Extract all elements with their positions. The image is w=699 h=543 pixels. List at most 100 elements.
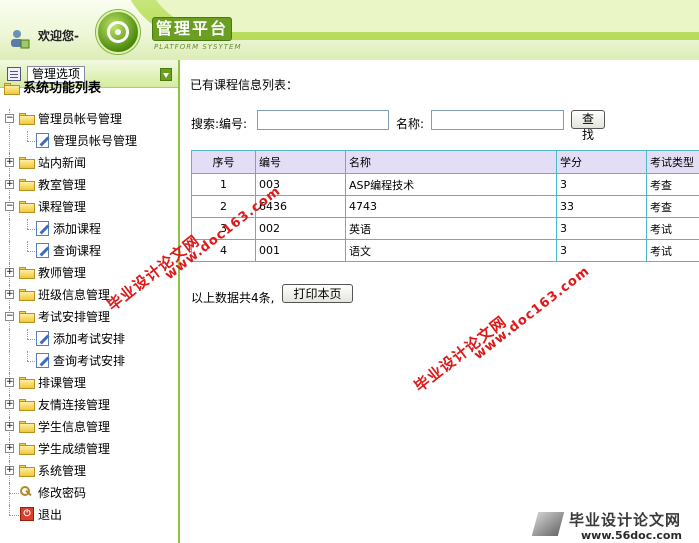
tree-folder-item[interactable]: + 站内新闻 — [0, 153, 176, 175]
tree-item-label: 考试安排管理 — [38, 310, 111, 324]
tree-folder-item[interactable]: + 系统管理 — [0, 461, 176, 483]
folder-icon — [19, 179, 35, 191]
expand-icon[interactable]: + — [5, 290, 14, 299]
platform-title: 管理平台 — [152, 17, 232, 41]
expand-icon[interactable]: + — [5, 378, 14, 387]
tree-connector — [9, 483, 10, 505]
tree-item-label: 教师管理 — [38, 266, 87, 280]
tree-item-label: 管理员帐号管理 — [38, 112, 123, 126]
tree-folder-item[interactable]: − 考试安排管理 — [0, 307, 176, 329]
tree-leaf-item[interactable]: 查询课程 — [0, 241, 176, 263]
tree-action-item[interactable]: ⏻ 退出 — [0, 505, 176, 525]
tree-folder-item[interactable]: + 友情连接管理 — [0, 395, 176, 417]
cell-name: 语文 — [345, 239, 557, 262]
tree-item-label: 班级信息管理 — [38, 288, 111, 302]
collapse-arrow-icon[interactable] — [160, 68, 172, 81]
cell-exam-type: 考查 — [646, 195, 699, 218]
tree-leaf-item[interactable]: 管理员帐号管理 — [0, 131, 176, 153]
sidebar: 管理选项 系统功能列表 − 管理员帐号管理 管理员帐号管理 + 站内新闻 + 教室管理 − 课程管… — [0, 60, 180, 543]
cell-credit: 3 — [556, 173, 647, 196]
cell-code: 001 — [255, 239, 346, 262]
name-search-input[interactable] — [431, 110, 564, 130]
folder-open-icon — [4, 83, 20, 95]
expand-icon[interactable]: + — [5, 466, 14, 475]
expand-icon[interactable]: + — [5, 158, 14, 167]
tree-folder-item[interactable]: − 管理员帐号管理 — [0, 109, 176, 131]
tree-connector — [9, 493, 19, 494]
document-icon — [36, 331, 49, 346]
tree-item-label: 排课管理 — [38, 376, 87, 390]
expand-icon[interactable]: + — [5, 268, 14, 277]
folder-open-icon — [19, 113, 35, 125]
tree-item-label: 友情连接管理 — [38, 398, 111, 412]
tree-folder-item[interactable]: + 班级信息管理 — [0, 285, 176, 307]
collapse-icon[interactable]: − — [5, 202, 14, 211]
cell-credit: 3 — [556, 239, 647, 262]
tree-item-label: 站内新闻 — [38, 156, 87, 170]
expand-icon[interactable]: + — [5, 422, 14, 431]
folder-icon — [19, 267, 35, 279]
cell-code: 002 — [255, 217, 346, 240]
expand-icon[interactable]: + — [5, 180, 14, 189]
tree-folder-item[interactable]: + 教室管理 — [0, 175, 176, 197]
tree-connector — [9, 329, 10, 351]
code-search-input[interactable] — [257, 110, 389, 130]
cell-index: 1 — [191, 173, 256, 196]
search-button[interactable]: 查找 — [571, 110, 605, 142]
tree-leaf-item[interactable]: 添加考试安排 — [0, 329, 176, 351]
expand-icon[interactable]: + — [5, 400, 14, 409]
tree-folder-item[interactable]: − 课程管理 — [0, 197, 176, 219]
tree-connector — [27, 329, 28, 339]
tree-action-item[interactable]: 修改密码 — [0, 483, 176, 505]
tree-connector — [27, 141, 35, 142]
tree-connector — [27, 241, 28, 251]
folder-icon — [19, 399, 35, 411]
col-header-name: 名称 — [345, 150, 557, 174]
folder-icon — [19, 377, 35, 389]
tree-item-label: 添加考试安排 — [53, 332, 126, 346]
welcome-text: 欢迎您- — [38, 29, 79, 43]
cell-name: ASP编程技术 — [345, 173, 557, 196]
tree-item-label: 退出 — [38, 508, 63, 522]
tree-leaf-item[interactable]: 添加课程 — [0, 219, 176, 241]
search-name-label: 名称: — [396, 117, 425, 131]
collapse-icon[interactable]: − — [5, 114, 14, 123]
col-header-code: 编号 — [255, 150, 346, 174]
table-header-row: 序号 编号 名称 学分 考试类型 — [191, 150, 699, 174]
col-header-credit: 学分 — [556, 150, 647, 174]
document-icon — [36, 243, 49, 258]
search-code-label: 搜索:编号: — [191, 117, 248, 131]
col-header-exam-type: 考试类型 — [646, 150, 699, 174]
tree-connector — [27, 229, 35, 230]
print-page-button[interactable]: 打印本页 — [282, 284, 353, 303]
site-logo-icon — [531, 512, 565, 536]
platform-subtitle: PLATFORM SYSYTEM — [154, 43, 242, 51]
cell-credit: 33 — [556, 195, 647, 218]
tree-root-label: 系统功能列表 — [23, 81, 102, 96]
cell-exam-type: 考查 — [646, 173, 699, 196]
tree-folder-item[interactable]: + 学生信息管理 — [0, 417, 176, 439]
tree-item-label: 学生信息管理 — [38, 420, 111, 434]
document-icon — [36, 133, 49, 148]
tree-connector — [9, 515, 19, 516]
table-row: 4 001 语文 3 考试 — [191, 239, 699, 262]
folder-open-icon — [19, 311, 35, 323]
tree-leaf-item[interactable]: 查询考试安排 — [0, 351, 176, 373]
expand-icon[interactable]: + — [5, 444, 14, 453]
tree-folder-item[interactable]: + 学生成绩管理 — [0, 439, 176, 461]
tree-folder-item[interactable]: + 排课管理 — [0, 373, 176, 395]
platform-logo-icon — [96, 10, 140, 54]
tree-connector — [9, 505, 10, 515]
collapse-icon[interactable]: − — [5, 312, 14, 321]
watermark-text: 毕业设计论文网 — [410, 312, 511, 396]
tree-item-label: 管理员帐号管理 — [53, 134, 138, 148]
tree-item-label: 查询考试安排 — [53, 354, 126, 368]
menu-list-icon — [7, 67, 21, 81]
folder-icon — [19, 157, 35, 169]
cell-exam-type: 考试 — [646, 217, 699, 240]
tree-connector — [27, 361, 35, 362]
tree-connector — [27, 251, 35, 252]
user-icon — [11, 30, 30, 49]
key-icon — [20, 486, 32, 498]
cell-name: 4743 — [345, 195, 557, 218]
